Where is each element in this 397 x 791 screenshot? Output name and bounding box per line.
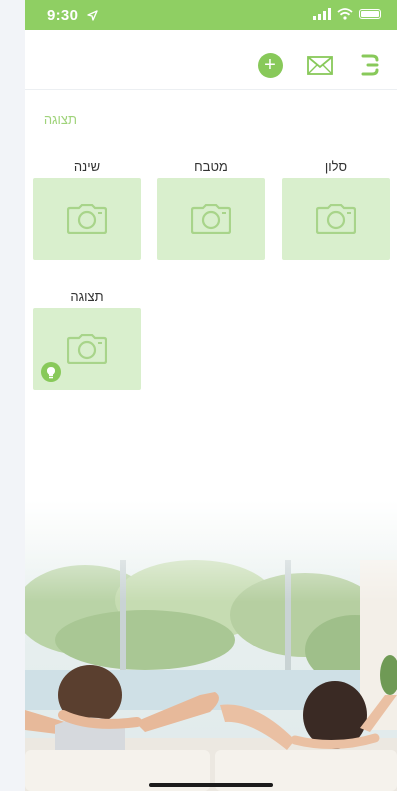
section-label: תצוגה (43, 112, 77, 127)
phone-screen: 9:30 + תצוגה סלון מטבח שינה תצוגה (25, 0, 397, 791)
camera-icon (67, 204, 107, 234)
envelope-icon (307, 55, 333, 75)
lightbulb-icon (41, 362, 61, 382)
background-photo (25, 500, 397, 791)
room-card (33, 178, 141, 260)
messages-button[interactable] (305, 50, 335, 80)
room-card (157, 178, 265, 260)
add-button[interactable]: + (255, 50, 285, 80)
room-name: סלון (324, 159, 348, 174)
wifi-icon (337, 8, 353, 20)
menu-icon (361, 54, 379, 76)
toolbar: + (25, 30, 397, 90)
room-name: מטבח (194, 159, 228, 174)
plus-circle-icon: + (257, 52, 283, 78)
status-icons (313, 8, 381, 20)
room-name: שינה (73, 159, 101, 174)
signal-icon (313, 8, 331, 20)
home-indicator (149, 783, 273, 787)
room-card (282, 178, 390, 260)
camera-icon (67, 334, 107, 364)
battery-icon (359, 9, 381, 19)
left-margin (0, 0, 25, 791)
status-time: 9:30 (47, 7, 79, 24)
room-name: תצוגה (70, 289, 104, 304)
menu-button[interactable] (355, 50, 385, 80)
room-card (33, 308, 141, 390)
status-bar: 9:30 (25, 0, 397, 30)
camera-icon (316, 204, 356, 234)
camera-icon (191, 204, 231, 234)
location-arrow-icon (87, 10, 98, 21)
